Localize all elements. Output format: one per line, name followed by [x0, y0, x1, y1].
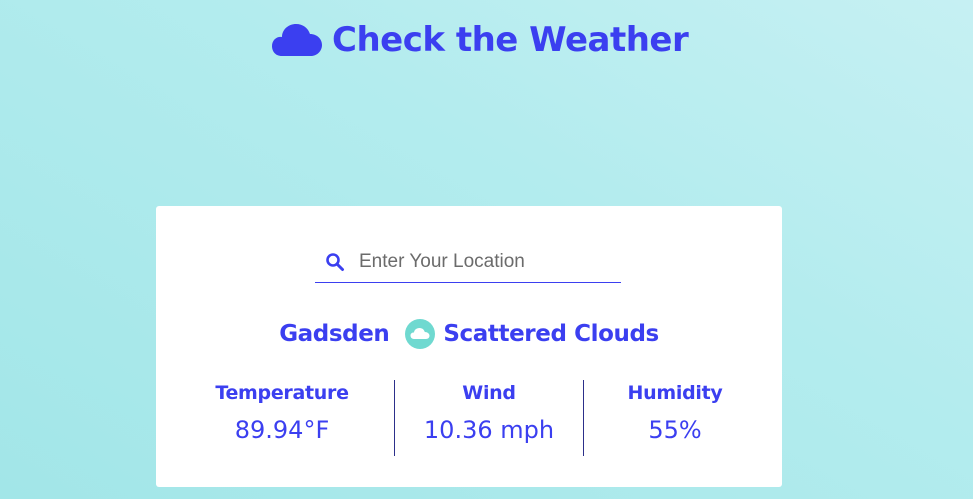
weather-condition: Scattered Clouds	[443, 321, 659, 347]
page-title: Check the Weather	[332, 20, 689, 60]
weather-card: Gadsden Scattered Clouds Temperature 89.…	[156, 206, 782, 487]
stat-value: 55%	[648, 416, 702, 444]
search-icon[interactable]	[325, 252, 345, 272]
city-name: Gadsden	[279, 321, 390, 347]
location-search-input[interactable]	[359, 251, 609, 273]
stat-value: 10.36 mph	[423, 416, 555, 444]
stat-label: Humidity	[627, 382, 723, 404]
cloud-badge-icon	[405, 319, 436, 349]
stat-label: Temperature	[215, 382, 349, 404]
search-bar[interactable]	[315, 242, 621, 283]
wind-stat: Wind 10.36 mph	[395, 380, 583, 456]
cloud-icon	[272, 24, 322, 56]
app-header: Check the Weather	[272, 14, 689, 66]
temperature-stat: Temperature 89.94°F	[184, 380, 380, 456]
humidity-stat: Humidity 55%	[584, 380, 766, 456]
weather-stats: Temperature 89.94°F Wind 10.36 mph Humid…	[156, 380, 782, 456]
location-summary: Gadsden Scattered Clouds	[156, 314, 782, 354]
stat-label: Wind	[462, 382, 516, 404]
stat-value: 89.94°F	[234, 416, 330, 444]
